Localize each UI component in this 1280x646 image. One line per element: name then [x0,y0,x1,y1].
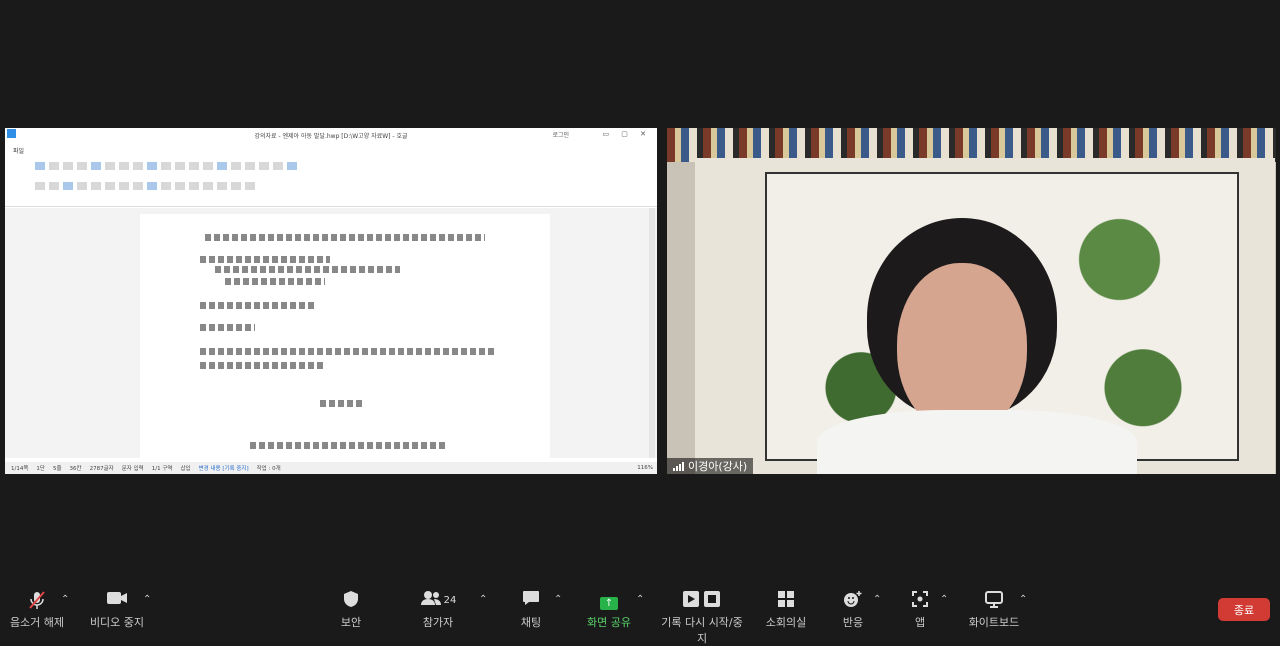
participant-count: 24 [443,595,457,606]
ribbon-row-2 [35,182,255,190]
share-screen-icon: ↑ [600,597,618,610]
hwp-titlebar: 강의자료 - 엔제아 아동 발달.hwp [D:\W고양 자료W] - 호글 로… [5,128,657,142]
speaker-name-tag: 이경아(강사) [667,458,754,474]
status-insert[interactable]: 삽입 [180,464,190,472]
share-screen-label: 화면 공유 [587,616,631,629]
hwp-window-title: 강의자료 - 엔제아 아동 발달.hwp [D:\W고양 자료W] - 호글 [254,132,408,140]
speaker-name: 이경아(강사) [688,460,748,473]
status-col: 36칸 [69,466,82,472]
document-area[interactable] [5,208,657,458]
chat-button[interactable]: 채팅 [486,590,576,630]
ribbon-row-1 [35,162,297,170]
status-zoom[interactable]: 116% [637,465,653,471]
chat-label: 채팅 [520,616,542,629]
hwp-login-button[interactable]: 로그인 [552,130,569,139]
video-options-caret-icon[interactable]: ⌃ [143,594,151,605]
participants-icon: 24 [393,590,483,612]
status-input: 문자 입력 [121,466,144,472]
shared-screen: 강의자료 - 엔제아 아동 발달.hwp [D:\W고양 자료W] - 호글 로… [5,128,657,474]
audio-options-caret-icon[interactable]: ⌃ [61,594,69,605]
chat-caret-icon[interactable]: ⌃ [554,594,562,605]
whiteboard-caret-icon[interactable]: ⌃ [1019,594,1027,605]
record-button[interactable]: 기록 다시 시작/중지 [657,590,747,646]
status-track[interactable]: 변경 내용 [기록 중지] [199,464,249,472]
whiteboard-label: 화이트보드 [968,616,1020,629]
mic-muted-icon [0,590,82,612]
participants-label: 참가자 [422,616,454,629]
status-chars: 2787글자 [89,466,114,472]
status-section: 1단 [36,466,45,472]
speaker-face [897,263,1027,433]
chat-bubble-icon [486,590,576,612]
vertical-scrollbar[interactable] [649,208,655,458]
resume-stop-record-icon [657,590,747,612]
end-meeting-button[interactable]: 종료 [1218,598,1270,621]
window-controls-icon[interactable]: ▭ ▢ ✕ [602,130,651,138]
stop-video-label: 비디오 중지 [89,616,145,629]
share-caret-icon[interactable]: ⌃ [636,594,644,605]
record-label: 기록 다시 시작/중지 [661,616,743,645]
hancom-logo-icon [7,129,16,138]
document-page [140,214,550,458]
security-button[interactable]: 보안 [306,590,396,630]
status-page: 1/14쪽 [11,466,29,472]
status-jobs: 작업 : 0개 [256,466,281,472]
menu-tab-file[interactable]: 파일 [13,146,24,155]
shield-icon [306,590,396,612]
bookshelf-background [667,128,1276,162]
hwp-ribbon: 파일 [5,142,657,207]
participants-button[interactable]: 24 참가자 [393,590,483,630]
speaker-video[interactable]: 이경아(강사) [667,128,1276,474]
unmute-button[interactable]: 음소거 해제 [0,590,82,630]
signal-icon [673,461,684,471]
status-division: 1/1 구역 [151,466,173,472]
apps-caret-icon[interactable]: ⌃ [940,594,948,605]
speaker-shirt [817,410,1137,474]
hwp-status-bar: 1/14쪽 1단 5줄 36칸 2787글자 문자 입력 1/1 구역 삽입 변… [5,462,657,474]
security-label: 보안 [340,616,362,629]
status-line: 5줄 [52,466,62,472]
unmute-label: 음소거 해제 [9,616,65,629]
